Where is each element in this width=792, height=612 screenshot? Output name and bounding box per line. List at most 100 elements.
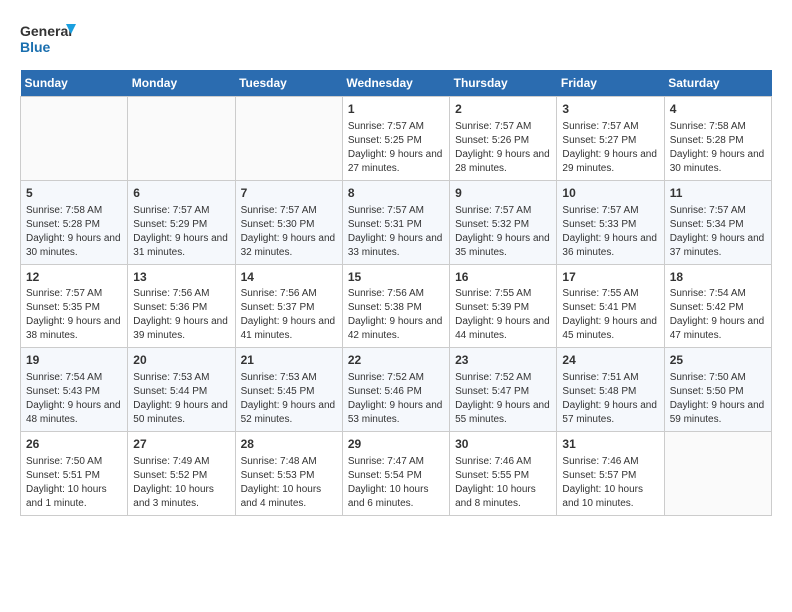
day-info: Sunrise: 7:56 AMSunset: 5:37 PMDaylight:… xyxy=(241,287,337,343)
day-info: Sunrise: 7:54 AMSunset: 5:42 PMDaylight:… xyxy=(670,287,766,343)
day-number: 22 xyxy=(348,352,444,369)
logo: General Blue xyxy=(20,20,80,60)
day-number: 16 xyxy=(455,269,551,286)
day-info: Sunrise: 7:57 AMSunset: 5:25 PMDaylight:… xyxy=(348,120,444,176)
weekday-header: Thursday xyxy=(450,70,557,97)
day-number: 23 xyxy=(455,352,551,369)
weekday-header: Sunday xyxy=(21,70,128,97)
calendar-cell xyxy=(128,97,235,181)
calendar-cell xyxy=(21,97,128,181)
weekday-header-row: SundayMondayTuesdayWednesdayThursdayFrid… xyxy=(21,70,772,97)
calendar-cell: 7 Sunrise: 7:57 AMSunset: 5:30 PMDaylight… xyxy=(235,180,342,264)
day-info: Sunrise: 7:48 AMSunset: 5:53 PMDaylight:… xyxy=(241,455,337,511)
logo-svg: General Blue xyxy=(20,20,80,60)
day-number: 30 xyxy=(455,436,551,453)
weekday-header: Tuesday xyxy=(235,70,342,97)
calendar-cell: 19Sunrise: 7:54 AMSunset: 5:43 PMDayligh… xyxy=(21,348,128,432)
day-info: Sunrise: 7:57 AMSunset: 5:29 PMDaylight:… xyxy=(133,204,229,260)
day-info: Sunrise: 7:55 AMSunset: 5:41 PMDaylight:… xyxy=(562,287,658,343)
page-header: General Blue xyxy=(20,20,772,60)
weekday-header: Wednesday xyxy=(342,70,449,97)
calendar-week-row: 5 Sunrise: 7:58 AMSunset: 5:28 PMDaylight… xyxy=(21,180,772,264)
day-number: 7 xyxy=(241,185,337,202)
day-number: 25 xyxy=(670,352,766,369)
calendar-cell: 28 Sunrise: 7:48 AMSunset: 5:53 PMDayligh… xyxy=(235,432,342,516)
day-info: Sunrise: 7:53 AMSunset: 5:45 PMDaylight:… xyxy=(241,371,337,427)
calendar-cell: 16Sunrise: 7:55 AMSunset: 5:39 PMDayligh… xyxy=(450,264,557,348)
day-info: Sunrise: 7:49 AMSunset: 5:52 PMDaylight:… xyxy=(133,455,229,511)
calendar-cell: 23 Sunrise: 7:52 AMSunset: 5:47 PMDayligh… xyxy=(450,348,557,432)
day-info: Sunrise: 7:50 AMSunset: 5:50 PMDaylight:… xyxy=(670,371,766,427)
day-info: Sunrise: 7:57 AMSunset: 5:27 PMDaylight:… xyxy=(562,120,658,176)
calendar-cell: 18Sunrise: 7:54 AMSunset: 5:42 PMDayligh… xyxy=(664,264,771,348)
calendar-week-row: 12Sunrise: 7:57 AMSunset: 5:35 PMDayligh… xyxy=(21,264,772,348)
day-number: 27 xyxy=(133,436,229,453)
day-info: Sunrise: 7:57 AMSunset: 5:34 PMDaylight:… xyxy=(670,204,766,260)
day-info: Sunrise: 7:52 AMSunset: 5:47 PMDaylight:… xyxy=(455,371,551,427)
calendar-cell: 25 Sunrise: 7:50 AMSunset: 5:50 PMDayligh… xyxy=(664,348,771,432)
day-info: Sunrise: 7:56 AMSunset: 5:36 PMDaylight:… xyxy=(133,287,229,343)
calendar-cell: 30 Sunrise: 7:46 AMSunset: 5:55 PMDayligh… xyxy=(450,432,557,516)
day-info: Sunrise: 7:56 AMSunset: 5:38 PMDaylight:… xyxy=(348,287,444,343)
calendar-cell: 14Sunrise: 7:56 AMSunset: 5:37 PMDayligh… xyxy=(235,264,342,348)
svg-text:General: General xyxy=(20,23,72,39)
calendar-cell: 5 Sunrise: 7:58 AMSunset: 5:28 PMDaylight… xyxy=(21,180,128,264)
svg-text:Blue: Blue xyxy=(20,39,51,55)
day-info: Sunrise: 7:54 AMSunset: 5:43 PMDaylight:… xyxy=(26,371,122,427)
day-info: Sunrise: 7:51 AMSunset: 5:48 PMDaylight:… xyxy=(562,371,658,427)
day-number: 31 xyxy=(562,436,658,453)
calendar-table: SundayMondayTuesdayWednesdayThursdayFrid… xyxy=(20,70,772,516)
calendar-week-row: 26Sunrise: 7:50 AMSunset: 5:51 PMDayligh… xyxy=(21,432,772,516)
day-info: Sunrise: 7:58 AMSunset: 5:28 PMDaylight:… xyxy=(26,204,122,260)
day-number: 28 xyxy=(241,436,337,453)
day-number: 2 xyxy=(455,101,551,118)
calendar-week-row: 1 Sunrise: 7:57 AMSunset: 5:25 PMDaylight… xyxy=(21,97,772,181)
calendar-cell: 8Sunrise: 7:57 AMSunset: 5:31 PMDaylight… xyxy=(342,180,449,264)
calendar-cell: 31 Sunrise: 7:46 AMSunset: 5:57 PMDayligh… xyxy=(557,432,664,516)
day-info: Sunrise: 7:57 AMSunset: 5:30 PMDaylight:… xyxy=(241,204,337,260)
day-number: 17 xyxy=(562,269,658,286)
day-info: Sunrise: 7:58 AMSunset: 5:28 PMDaylight:… xyxy=(670,120,766,176)
day-info: Sunrise: 7:57 AMSunset: 5:32 PMDaylight:… xyxy=(455,204,551,260)
day-info: Sunrise: 7:50 AMSunset: 5:51 PMDaylight:… xyxy=(26,455,122,511)
calendar-cell: 1 Sunrise: 7:57 AMSunset: 5:25 PMDaylight… xyxy=(342,97,449,181)
calendar-cell xyxy=(664,432,771,516)
day-info: Sunrise: 7:57 AMSunset: 5:33 PMDaylight:… xyxy=(562,204,658,260)
calendar-cell: 13Sunrise: 7:56 AMSunset: 5:36 PMDayligh… xyxy=(128,264,235,348)
day-number: 14 xyxy=(241,269,337,286)
day-info: Sunrise: 7:57 AMSunset: 5:35 PMDaylight:… xyxy=(26,287,122,343)
calendar-cell: 21 Sunrise: 7:53 AMSunset: 5:45 PMDayligh… xyxy=(235,348,342,432)
calendar-cell: 27 Sunrise: 7:49 AMSunset: 5:52 PMDayligh… xyxy=(128,432,235,516)
day-number: 20 xyxy=(133,352,229,369)
day-number: 24 xyxy=(562,352,658,369)
calendar-cell: 11 Sunrise: 7:57 AMSunset: 5:34 PMDayligh… xyxy=(664,180,771,264)
day-info: Sunrise: 7:46 AMSunset: 5:57 PMDaylight:… xyxy=(562,455,658,511)
calendar-cell: 20Sunrise: 7:53 AMSunset: 5:44 PMDayligh… xyxy=(128,348,235,432)
day-number: 6 xyxy=(133,185,229,202)
day-info: Sunrise: 7:52 AMSunset: 5:46 PMDaylight:… xyxy=(348,371,444,427)
calendar-week-row: 19Sunrise: 7:54 AMSunset: 5:43 PMDayligh… xyxy=(21,348,772,432)
day-number: 18 xyxy=(670,269,766,286)
day-info: Sunrise: 7:55 AMSunset: 5:39 PMDaylight:… xyxy=(455,287,551,343)
calendar-cell: 15Sunrise: 7:56 AMSunset: 5:38 PMDayligh… xyxy=(342,264,449,348)
day-info: Sunrise: 7:47 AMSunset: 5:54 PMDaylight:… xyxy=(348,455,444,511)
day-number: 21 xyxy=(241,352,337,369)
calendar-cell: 26Sunrise: 7:50 AMSunset: 5:51 PMDayligh… xyxy=(21,432,128,516)
day-number: 11 xyxy=(670,185,766,202)
weekday-header: Monday xyxy=(128,70,235,97)
day-number: 13 xyxy=(133,269,229,286)
calendar-cell: 6 Sunrise: 7:57 AMSunset: 5:29 PMDaylight… xyxy=(128,180,235,264)
weekday-header: Saturday xyxy=(664,70,771,97)
day-info: Sunrise: 7:46 AMSunset: 5:55 PMDaylight:… xyxy=(455,455,551,511)
day-number: 29 xyxy=(348,436,444,453)
calendar-cell: 29 Sunrise: 7:47 AMSunset: 5:54 PMDayligh… xyxy=(342,432,449,516)
day-number: 5 xyxy=(26,185,122,202)
day-number: 1 xyxy=(348,101,444,118)
day-number: 9 xyxy=(455,185,551,202)
calendar-cell: 10Sunrise: 7:57 AMSunset: 5:33 PMDayligh… xyxy=(557,180,664,264)
weekday-header: Friday xyxy=(557,70,664,97)
calendar-cell: 24 Sunrise: 7:51 AMSunset: 5:48 PMDayligh… xyxy=(557,348,664,432)
day-number: 15 xyxy=(348,269,444,286)
calendar-cell: 3Sunrise: 7:57 AMSunset: 5:27 PMDaylight… xyxy=(557,97,664,181)
calendar-cell: 12Sunrise: 7:57 AMSunset: 5:35 PMDayligh… xyxy=(21,264,128,348)
